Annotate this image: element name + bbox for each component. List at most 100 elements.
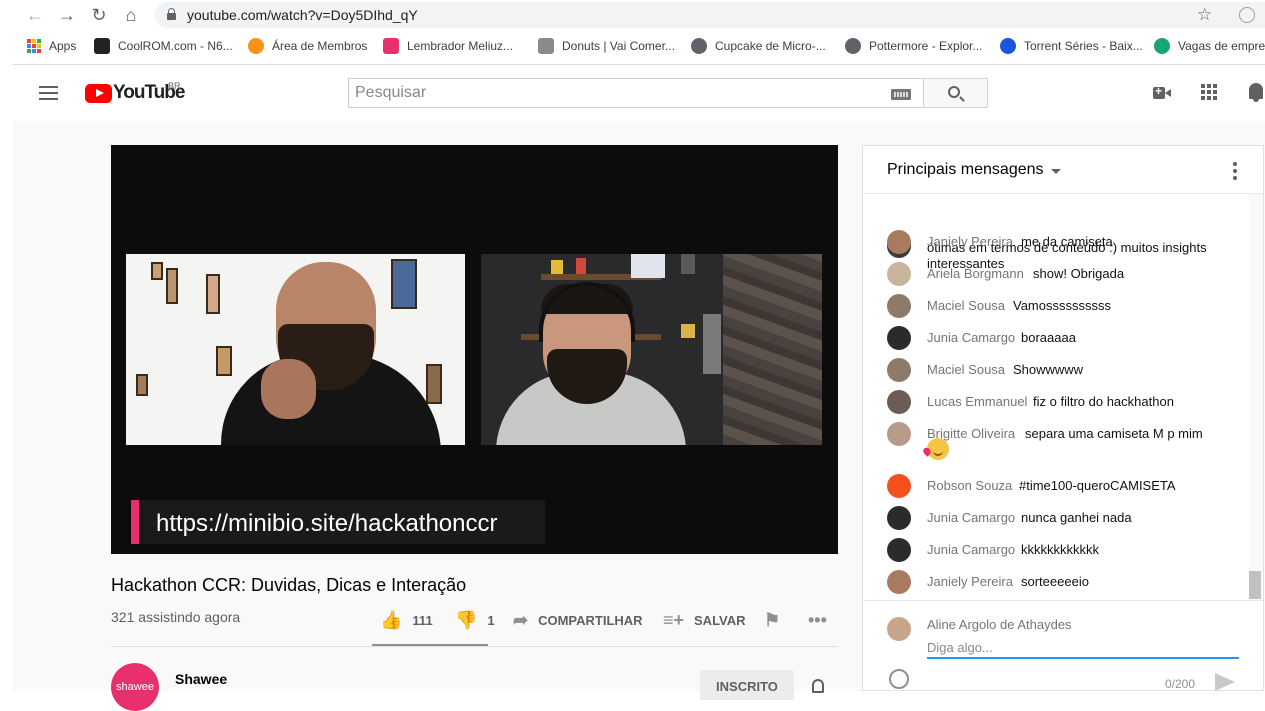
thumbs-up-icon: 👍: [380, 609, 403, 630]
hamburger-menu-icon[interactable]: [39, 86, 58, 100]
chat-message: Janiely Pereira me da camiseta: [887, 230, 1247, 258]
bookmark-item[interactable]: Apps: [27, 36, 76, 56]
chat-author[interactable]: Lucas Emmanuel: [927, 394, 1027, 410]
chat-mode-dropdown[interactable]: Principais mensagens: [887, 161, 1044, 179]
dislike-button[interactable]: 👎 1: [455, 608, 495, 632]
current-user-avatar: [887, 617, 911, 641]
chat-message: Maciel Sousa Vamossssssssss: [887, 294, 1247, 322]
address-bar[interactable]: youtube.com/watch?v=Doy5DIhd_qY ☆: [155, 2, 1265, 28]
chat-message: Junia Camargo nunca ganhei nada: [887, 506, 1247, 534]
bookmark-item[interactable]: Cupcake de Micro-...: [691, 36, 826, 56]
dropdown-caret-icon[interactable]: [1051, 169, 1061, 174]
video-player[interactable]: https://minibio.site/hackathonccr: [111, 145, 838, 554]
chat-scrollbar-thumb[interactable]: [1249, 571, 1261, 599]
chat-scrollbar-track[interactable]: [1249, 194, 1263, 600]
search-icon: [948, 86, 960, 98]
bookmarks-bar: Apps CoolROM.com - N6... Área de Membros Le…: [0, 36, 1265, 56]
channel-avatar[interactable]: shawee: [111, 663, 159, 711]
bookmark-item[interactable]: Vagas de empreg: [1154, 36, 1265, 56]
bookmark-item[interactable]: Donuts | Vai Comer...: [538, 36, 675, 56]
avatar[interactable]: [887, 294, 911, 318]
avatar[interactable]: [887, 506, 911, 530]
bookmark-item[interactable]: Pottermore - Explor...: [845, 36, 982, 56]
chat-author[interactable]: Janiely Pereira: [927, 574, 1013, 590]
check-circle-icon: [1154, 38, 1170, 54]
bookmark-label: Donuts | Vai Comer...: [562, 39, 675, 53]
chat-author[interactable]: Robson Souza: [927, 478, 1012, 494]
coolrom-icon: [94, 38, 110, 54]
chat-message: Junia Camargo kkkkkkkkkkkk: [887, 538, 1247, 566]
extension-icon[interactable]: [1239, 7, 1255, 23]
share-label: COMPARTILHAR: [538, 612, 643, 628]
chat-text: Vamossssssssss: [1013, 298, 1111, 313]
chat-text: boraaaaa: [1021, 330, 1076, 345]
webcam-feed-right: [481, 254, 822, 445]
chat-author[interactable]: Junia Camargo: [927, 542, 1015, 558]
like-count: 111: [412, 612, 433, 628]
search-input[interactable]: [349, 79, 889, 107]
emoji-picker-icon[interactable]: [889, 669, 909, 689]
url-banner-text: https://minibio.site/hackathonccr: [156, 510, 498, 537]
back-icon[interactable]: ←: [24, 4, 46, 26]
search-button[interactable]: [923, 78, 988, 108]
save-label: SALVAR: [694, 612, 746, 628]
save-button[interactable]: ≡+ SALVAR: [663, 608, 746, 632]
chat-text: nunca ganhei nada: [1021, 510, 1132, 525]
subscribe-button[interactable]: INSCRITO: [700, 670, 794, 700]
avatar[interactable]: [887, 422, 911, 446]
bookmark-label: Apps: [49, 39, 77, 53]
notifications-bell-icon[interactable]: [1249, 83, 1263, 102]
bookmark-item[interactable]: CoolROM.com - N6...: [94, 36, 233, 56]
like-ratio-bar: [372, 644, 488, 646]
avatar[interactable]: [887, 326, 911, 350]
avatar[interactable]: [887, 262, 911, 286]
like-button[interactable]: 👍 111: [380, 608, 433, 632]
browser-chrome: ← → ↻ ⌂ youtube.com/watch?v=Doy5DIhd_qY …: [0, 0, 1265, 64]
youtube-logo-icon[interactable]: [85, 84, 112, 103]
info-divider: [111, 646, 838, 647]
bookmark-item[interactable]: Área de Membros: [248, 36, 367, 56]
chat-author[interactable]: Junia Camargo: [927, 330, 1015, 346]
youtube-header: YouTube BR: [13, 65, 1265, 121]
playlist-add-icon: ≡+: [663, 609, 685, 630]
url-text[interactable]: youtube.com/watch?v=Doy5DIhd_qY: [187, 7, 418, 23]
chat-text: show! Obrigada: [1033, 266, 1125, 281]
channel-avatar-text: shawee: [116, 681, 154, 693]
chat-author[interactable]: Ariela Borgmann: [927, 266, 1024, 282]
bookmark-item[interactable]: Torrent Séries - Baix...: [1000, 36, 1143, 56]
avatar[interactable]: [887, 358, 911, 382]
forward-icon[interactable]: →: [56, 4, 78, 26]
meliuz-icon: [383, 38, 399, 54]
avatar[interactable]: [887, 570, 911, 594]
more-actions-button[interactable]: •••: [808, 608, 827, 632]
home-icon[interactable]: ⌂: [120, 4, 142, 26]
chat-message: Robson Souza #time100-queroCAMISETA: [887, 474, 1247, 502]
avatar[interactable]: [887, 538, 911, 562]
region-code: BR: [168, 81, 181, 91]
chat-author[interactable]: Maciel Sousa: [927, 362, 1005, 378]
avatar[interactable]: [887, 474, 911, 498]
chat-author[interactable]: Maciel Sousa: [927, 298, 1005, 314]
chat-author[interactable]: Junia Camargo: [927, 510, 1015, 526]
avatar[interactable]: [887, 390, 911, 414]
chat-author[interactable]: Janiely Pereira: [927, 234, 1013, 250]
reload-icon[interactable]: ↻: [88, 4, 110, 26]
chat-message: Janiely Pereira sorteeeeeio: [887, 570, 1247, 598]
bookmark-label: Pottermore - Explor...: [869, 39, 983, 53]
bookmark-star-icon[interactable]: ☆: [1197, 5, 1212, 25]
chat-message-input[interactable]: [927, 637, 1239, 659]
send-icon[interactable]: [1215, 673, 1235, 690]
keyboard-icon[interactable]: [891, 89, 911, 100]
smiling-face-with-hearts-icon: [927, 438, 949, 460]
apps-icon[interactable]: [1201, 84, 1217, 100]
share-button[interactable]: ➦ COMPARTILHAR: [513, 608, 643, 632]
chat-message: Junia Camargo boraaaaa: [887, 326, 1247, 354]
create-video-icon[interactable]: [1153, 84, 1171, 99]
chat-text: fiz o filtro do hackhathon: [1033, 394, 1174, 409]
channel-name[interactable]: Shawee: [175, 671, 227, 687]
bookmark-item[interactable]: Lembrador Meliuz...: [383, 36, 513, 56]
chat-more-icon[interactable]: [1233, 162, 1237, 183]
report-button[interactable]: ⚑: [764, 608, 790, 632]
video-title: Hackathon CCR: Duvidas, Dicas e Interaçã…: [111, 575, 467, 595]
avatar[interactable]: [887, 230, 911, 254]
